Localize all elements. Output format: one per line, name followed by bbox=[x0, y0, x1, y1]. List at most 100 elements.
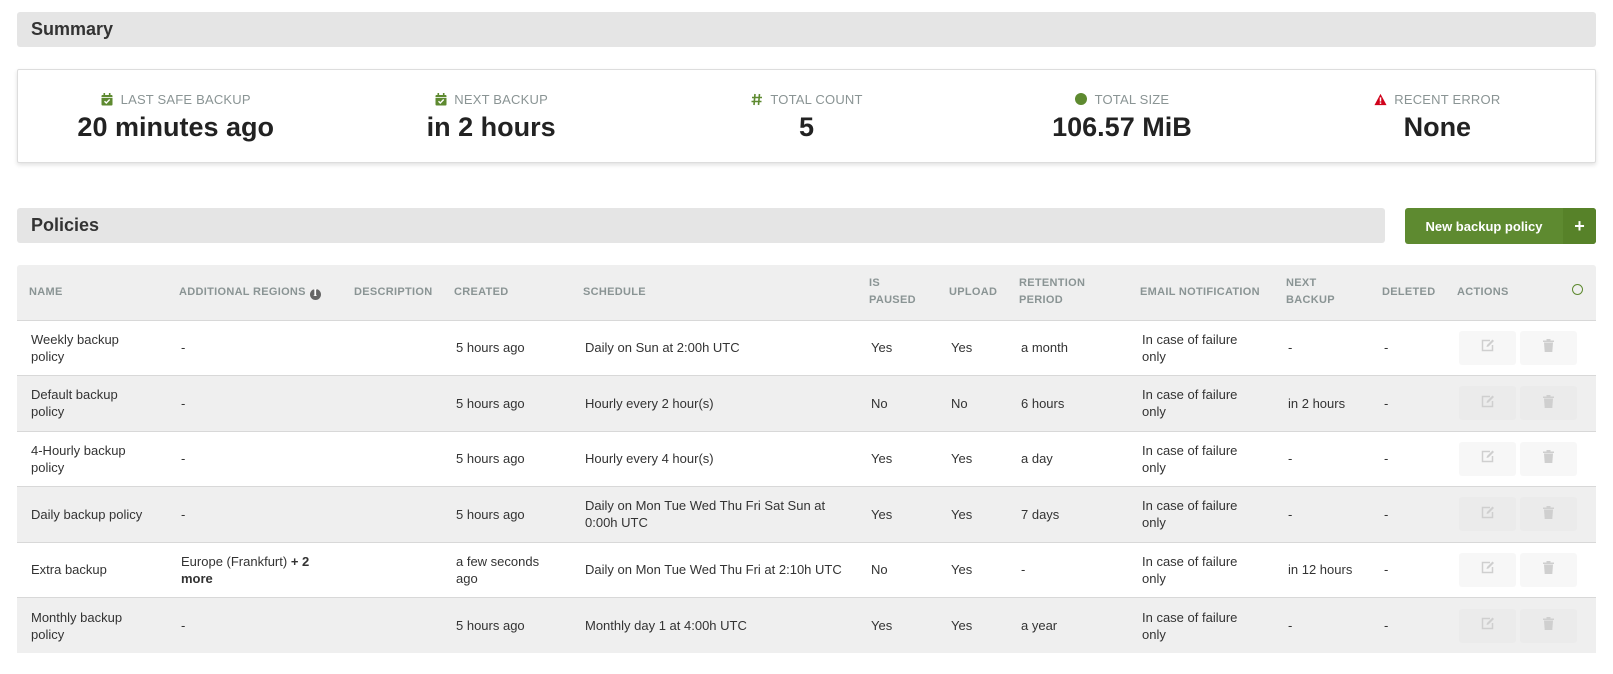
cell-additional-regions: - bbox=[167, 431, 342, 487]
column-header-name[interactable]: Name bbox=[17, 265, 167, 321]
status-circle-icon bbox=[1572, 283, 1583, 295]
cell-additional-regions: - bbox=[167, 320, 342, 376]
cell-upload: Yes bbox=[951, 451, 973, 467]
column-header-created[interactable]: Created bbox=[442, 265, 571, 321]
cell-deleted: - bbox=[1384, 506, 1389, 522]
cell-created: 5 hours ago bbox=[456, 506, 525, 522]
summary-header: Summary bbox=[17, 12, 1596, 47]
trash-icon bbox=[1543, 617, 1554, 634]
table-row[interactable]: Default backup policy - 5 hours ago Hour… bbox=[17, 375, 1596, 432]
stat-label: Total count bbox=[770, 91, 863, 107]
cell-actions bbox=[1445, 431, 1596, 487]
warning-triangle-icon bbox=[1374, 93, 1387, 106]
cell-actions bbox=[1445, 598, 1596, 654]
cell-created: 5 hours ago bbox=[456, 451, 525, 467]
column-header-retention-period[interactable]: Retention period bbox=[1007, 265, 1128, 321]
column-header-actions: Actions bbox=[1445, 265, 1560, 321]
new-backup-policy-button[interactable]: New backup policy + bbox=[1405, 208, 1596, 244]
cell-deleted: - bbox=[1384, 451, 1389, 467]
stat-value: 106.57 MiB bbox=[1052, 112, 1192, 142]
cell-upload: Yes bbox=[951, 562, 973, 578]
table-row[interactable]: 4-Hourly backup policy - 5 hours ago Hou… bbox=[17, 431, 1596, 487]
cell-email-notification: In case of failure only bbox=[1142, 498, 1238, 531]
delete-button[interactable] bbox=[1520, 552, 1577, 587]
trash-icon bbox=[1543, 394, 1554, 412]
policies-table: Name Additional regions i Description Cre… bbox=[17, 265, 1596, 653]
table-row[interactable]: Extra backup Europe (Frankfurt) + 2 more… bbox=[17, 542, 1596, 598]
trash-icon bbox=[1543, 561, 1554, 578]
cell-actions bbox=[1445, 542, 1596, 598]
table-header-row: Name Additional regions i Description Cre… bbox=[17, 265, 1596, 321]
edit-icon bbox=[1481, 617, 1495, 634]
cell-is-paused: No bbox=[871, 395, 888, 411]
column-header-label: Additional regions bbox=[179, 285, 306, 298]
column-header-schedule[interactable]: Schedule bbox=[571, 265, 857, 321]
edit-button[interactable] bbox=[1459, 608, 1516, 643]
delete-button[interactable] bbox=[1520, 497, 1577, 532]
cell-next-backup: - bbox=[1288, 340, 1293, 356]
stat-value: 5 bbox=[799, 112, 815, 142]
column-header-additional-regions[interactable]: Additional regions i bbox=[167, 265, 342, 321]
cell-description bbox=[342, 320, 442, 376]
edit-icon bbox=[1481, 395, 1495, 412]
table-row[interactable]: Daily backup policy - 5 hours ago Daily … bbox=[17, 486, 1596, 543]
delete-button[interactable] bbox=[1520, 441, 1577, 476]
cell-name: 4-Hourly backup policy bbox=[31, 442, 126, 475]
edit-button[interactable] bbox=[1459, 330, 1516, 365]
table-row[interactable]: Monthly backup policy - 5 hours ago Mont… bbox=[17, 597, 1596, 654]
cell-additional-regions: - bbox=[167, 376, 342, 432]
column-header-next-backup[interactable]: Next backup bbox=[1274, 265, 1370, 321]
cell-created: 5 hours ago bbox=[456, 618, 525, 633]
cell-name: Monthly backup policy bbox=[31, 609, 123, 642]
cell-retention-period: 7 days bbox=[1021, 506, 1060, 522]
cell-retention-period: a year bbox=[1021, 618, 1058, 633]
cell-next-backup: - bbox=[1288, 451, 1293, 467]
stat-label: Recent error bbox=[1394, 91, 1501, 107]
column-header-upload[interactable]: Upload bbox=[937, 265, 1007, 321]
cell-email-notification: In case of failure only bbox=[1142, 553, 1238, 586]
cell-created: 5 hours ago bbox=[456, 395, 525, 411]
column-header-description[interactable]: Description bbox=[342, 265, 442, 321]
cell-actions bbox=[1445, 376, 1596, 432]
info-icon[interactable]: i bbox=[309, 288, 321, 300]
delete-button[interactable] bbox=[1520, 386, 1577, 421]
column-header-is-paused[interactable]: Is paused bbox=[857, 265, 937, 321]
cell-name: Weekly backup policy bbox=[31, 331, 119, 364]
cell-additional-regions: - bbox=[167, 598, 342, 654]
cell-is-paused: No bbox=[871, 562, 888, 578]
delete-button[interactable] bbox=[1520, 330, 1577, 365]
plus-icon: + bbox=[1563, 208, 1596, 244]
edit-icon bbox=[1481, 450, 1495, 467]
edit-icon bbox=[1481, 339, 1495, 356]
cell-name: Extra backup bbox=[31, 562, 107, 578]
cell-is-paused: Yes bbox=[871, 506, 893, 522]
cell-name: Daily backup policy bbox=[31, 506, 143, 522]
table-row[interactable]: Weekly backup policy - 5 hours ago Daily… bbox=[17, 320, 1596, 376]
regions-value: - bbox=[181, 618, 186, 633]
cell-upload: Yes bbox=[951, 618, 973, 633]
edit-button[interactable] bbox=[1459, 441, 1516, 476]
new-backup-policy-label: New backup policy bbox=[1425, 218, 1543, 234]
delete-button[interactable] bbox=[1520, 608, 1577, 643]
stat-value: 20 minutes ago bbox=[77, 112, 274, 142]
stat-label: Total size bbox=[1094, 91, 1170, 107]
edit-button[interactable] bbox=[1459, 497, 1516, 532]
column-header-email-notification[interactable]: Email notification bbox=[1128, 265, 1274, 321]
column-header-deleted[interactable]: Deleted bbox=[1370, 265, 1445, 321]
cell-schedule: Daily on Sun at 2:00h UTC bbox=[585, 340, 740, 356]
cell-schedule: Hourly every 4 hour(s) bbox=[585, 451, 714, 467]
cell-actions bbox=[1445, 487, 1596, 543]
cell-description bbox=[342, 431, 442, 487]
edit-button[interactable] bbox=[1459, 386, 1516, 421]
stat-label: Next backup bbox=[454, 91, 548, 107]
cell-created: 5 hours ago bbox=[456, 340, 525, 356]
cell-actions bbox=[1445, 320, 1596, 376]
edit-icon bbox=[1481, 506, 1495, 523]
cell-email-notification: In case of failure only bbox=[1142, 331, 1238, 364]
cell-deleted: - bbox=[1384, 562, 1389, 578]
stat-recent-error: Recent error None bbox=[1280, 70, 1595, 162]
stat-value: None bbox=[1403, 112, 1472, 142]
cell-next-backup: - bbox=[1288, 618, 1293, 633]
cell-additional-regions: Europe (Frankfurt) + 2 more bbox=[167, 542, 342, 598]
edit-button[interactable] bbox=[1459, 552, 1516, 587]
